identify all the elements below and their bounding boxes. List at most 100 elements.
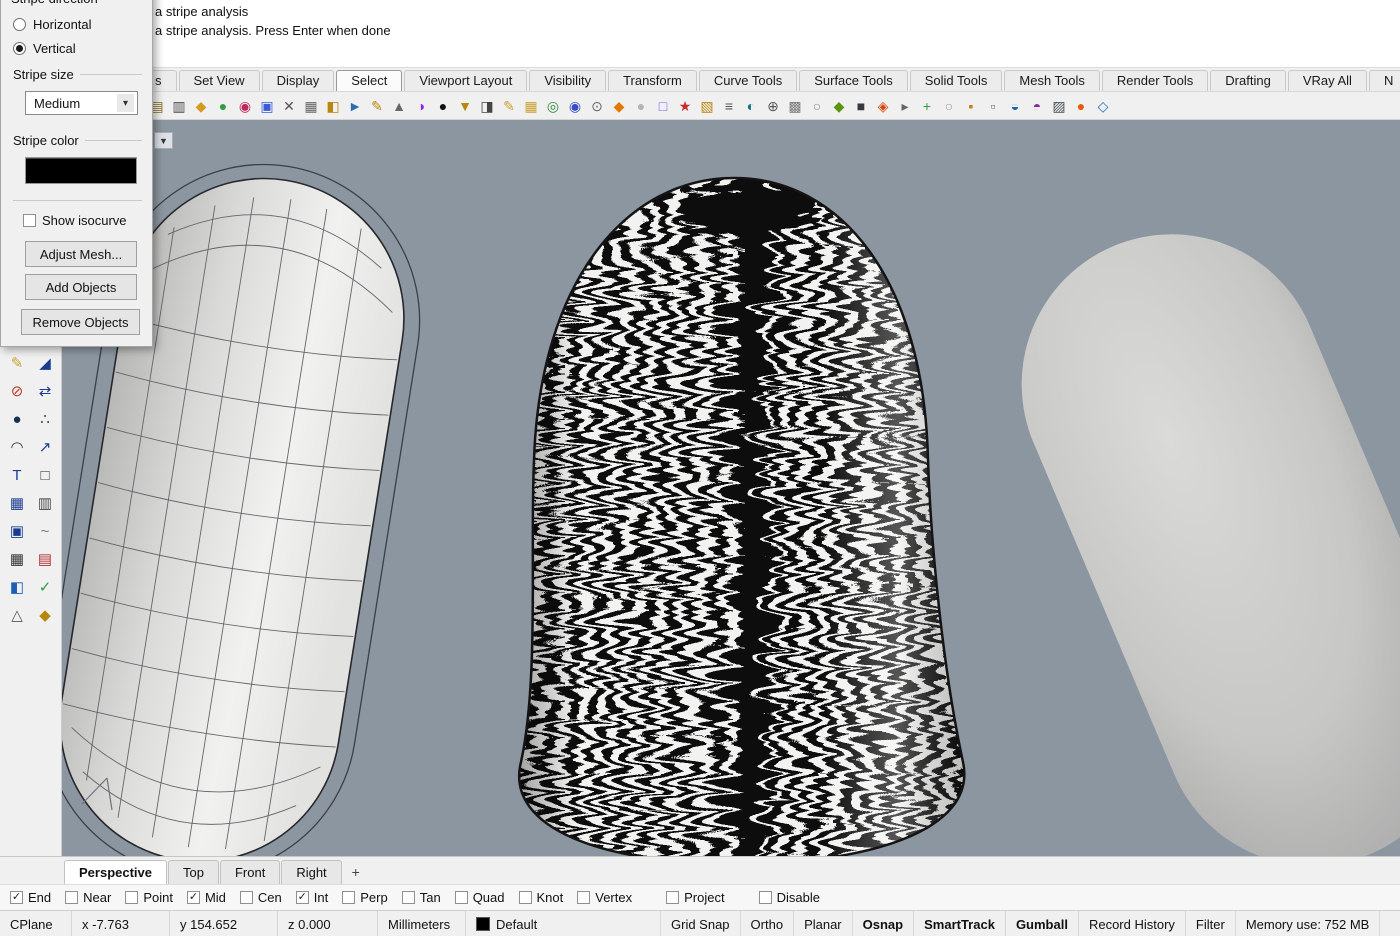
sidebar-icon[interactable]: ◆ <box>34 604 56 626</box>
status-smarttrack[interactable]: SmartTrack <box>914 911 1006 936</box>
tab-vray-all[interactable]: VRay All <box>1288 70 1367 91</box>
toolbar-icon[interactable]: ≡ <box>720 97 738 115</box>
sidebar-icon[interactable]: ~ <box>34 520 56 542</box>
toolbar-icon[interactable]: ▩ <box>786 97 804 115</box>
status-cplane[interactable]: CPlane <box>0 911 72 936</box>
osnap-toggle-quad[interactable]: Quad <box>455 890 505 905</box>
tab-display[interactable]: Display <box>262 70 335 91</box>
add-viewport-tab-button[interactable]: + <box>343 860 369 884</box>
sidebar-icon[interactable]: ✓ <box>34 576 56 598</box>
toolbar-icon[interactable]: ▲ <box>390 97 408 115</box>
toolbar-icon[interactable]: ◉ <box>566 97 584 115</box>
toolbar-icon[interactable]: ✕ <box>280 97 298 115</box>
osnap-toggle-knot[interactable]: Knot <box>519 890 564 905</box>
osnap-toggle-mid[interactable]: ✓Mid <box>187 890 226 905</box>
sidebar-icon[interactable]: △ <box>6 604 28 626</box>
toolbar-icon[interactable]: ▸ <box>896 97 914 115</box>
toolbar-icon[interactable]: ▪ <box>962 97 980 115</box>
sidebar-icon[interactable]: ∴ <box>34 408 56 430</box>
toolbar-icon[interactable]: ✎ <box>500 97 518 115</box>
toolbar-icon[interactable]: ★ <box>676 97 694 115</box>
status-record-history[interactable]: Record History <box>1079 911 1186 936</box>
status-osnap[interactable]: Osnap <box>853 911 914 936</box>
viewport-menu-arrow-icon[interactable]: ▼ <box>154 132 173 149</box>
tab-visibility[interactable]: Visibility <box>529 70 606 91</box>
viewport-tab-perspective[interactable]: Perspective <box>64 860 167 884</box>
tab-curve-tools[interactable]: Curve Tools <box>699 70 797 91</box>
toolbar-icon[interactable]: ◐ <box>742 97 760 115</box>
sidebar-icon[interactable]: ▥ <box>34 492 56 514</box>
status-planar[interactable]: Planar <box>794 911 853 936</box>
toolbar-icon[interactable]: ▦ <box>522 97 540 115</box>
tab-solid-tools[interactable]: Solid Tools <box>910 70 1003 91</box>
status-y-154-652[interactable]: y 154.652 <box>170 911 278 936</box>
viewport-tab-top[interactable]: Top <box>168 860 219 884</box>
toolbar-icon[interactable]: ○ <box>940 97 958 115</box>
sidebar-icon[interactable]: ◢ <box>34 352 56 374</box>
button-adjust-mesh[interactable]: Adjust Mesh... <box>25 241 137 267</box>
sidebar-icon[interactable]: ◧ <box>6 576 28 598</box>
status-memory-use-752-mb[interactable]: Memory use: 752 MB <box>1236 911 1381 936</box>
tab-select[interactable]: Select <box>336 70 402 91</box>
toolbar-icon[interactable]: ▫ <box>984 97 1002 115</box>
button-remove-objects[interactable]: Remove Objects <box>21 309 140 335</box>
status-grid-snap[interactable]: Grid Snap <box>661 911 741 936</box>
radio-vertical[interactable]: Vertical <box>13 39 92 57</box>
toolbar-icon[interactable]: ▣ <box>258 97 276 115</box>
sidebar-icon[interactable]: ◠ <box>6 436 28 458</box>
status-x-7-763[interactable]: x -7.763 <box>72 911 170 936</box>
status-gumball[interactable]: Gumball <box>1006 911 1079 936</box>
sidebar-icon[interactable]: ▦ <box>6 492 28 514</box>
toolbar-icon[interactable]: ► <box>346 97 364 115</box>
toolbar-icon[interactable]: ● <box>214 97 232 115</box>
toolbar-icon[interactable]: ▧ <box>698 97 716 115</box>
osnap-toggle-near[interactable]: Near <box>65 890 111 905</box>
toolbar-icon[interactable]: ◑ <box>412 97 430 115</box>
tab-set-view[interactable]: Set View <box>179 70 260 91</box>
osnap-toggle-tan[interactable]: Tan <box>402 890 441 905</box>
osnap-toggle-project[interactable]: Project <box>666 890 724 905</box>
toolbar-icon[interactable]: ◆ <box>610 97 628 115</box>
osnap-toggle-perp[interactable]: Perp <box>342 890 387 905</box>
toolbar-icon[interactable]: ○ <box>808 97 826 115</box>
tab-surface-tools[interactable]: Surface Tools <box>799 70 908 91</box>
toolbar-icon[interactable]: ▦ <box>302 97 320 115</box>
tab-mesh-tools[interactable]: Mesh Tools <box>1004 70 1100 91</box>
radio-horizontal[interactable]: Horizontal <box>13 15 92 33</box>
toolbar-icon[interactable]: □ <box>654 97 672 115</box>
toolbar-icon[interactable]: + <box>918 97 936 115</box>
sidebar-icon[interactable]: ● <box>6 408 28 430</box>
toolbar-icon[interactable]: ◇ <box>1094 97 1112 115</box>
viewport-area[interactable]: ▼ <box>62 120 1400 856</box>
toolbar-icon[interactable]: ◆ <box>830 97 848 115</box>
viewport-tab-front[interactable]: Front <box>220 860 280 884</box>
viewport-tab-right[interactable]: Right <box>281 860 341 884</box>
osnap-toggle-point[interactable]: Point <box>125 890 173 905</box>
toolbar-icon[interactable]: ◎ <box>544 97 562 115</box>
stripe-color-swatch[interactable] <box>25 157 137 184</box>
sidebar-icon[interactable]: ▦ <box>6 548 28 570</box>
toolbar-icon[interactable]: ▥ <box>170 97 188 115</box>
tab-viewport-layout[interactable]: Viewport Layout <box>404 70 527 91</box>
viewport-canvas[interactable] <box>62 120 1400 856</box>
toolbar-icon[interactable]: ◓ <box>1028 97 1046 115</box>
toolbar-icon[interactable]: ● <box>632 97 650 115</box>
toolbar-icon[interactable]: ● <box>434 97 452 115</box>
tab-n[interactable]: N <box>1369 70 1400 91</box>
osnap-toggle-vertex[interactable]: Vertex <box>577 890 632 905</box>
show-isocurve-toggle[interactable]: Show isocurve <box>23 213 127 228</box>
osnap-toggle-cen[interactable]: Cen <box>240 890 282 905</box>
tab-transform[interactable]: Transform <box>608 70 697 91</box>
osnap-toggle-end[interactable]: ✓End <box>10 890 51 905</box>
sidebar-icon[interactable]: ↗ <box>34 436 56 458</box>
toolbar-icon[interactable]: ● <box>1072 97 1090 115</box>
toolbar-icon[interactable]: ⊙ <box>588 97 606 115</box>
toolbar-icon[interactable]: ⊕ <box>764 97 782 115</box>
sidebar-icon[interactable]: T <box>6 464 28 486</box>
toolbar-icon[interactable]: ◉ <box>236 97 254 115</box>
toolbar-icon[interactable]: ▨ <box>1050 97 1068 115</box>
sidebar-icon[interactable]: ⇄ <box>34 380 56 402</box>
status-millimeters[interactable]: Millimeters <box>378 911 466 936</box>
osnap-toggle-int[interactable]: ✓Int <box>296 890 328 905</box>
sidebar-icon[interactable]: □ <box>34 464 56 486</box>
